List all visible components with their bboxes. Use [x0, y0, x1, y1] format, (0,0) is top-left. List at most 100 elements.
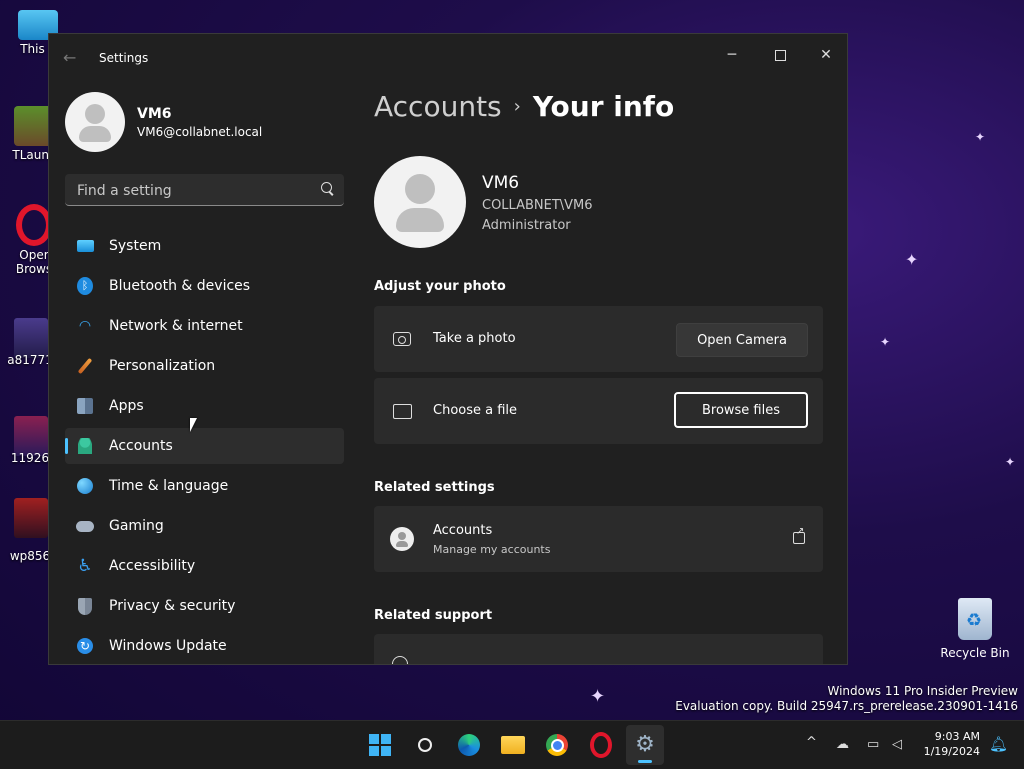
camera-icon [392, 329, 412, 349]
avatar [374, 156, 466, 248]
notification-bell-icon[interactable]: 🔔︎ [989, 735, 1008, 753]
star-decoration: ✦ [905, 250, 919, 269]
related-support-card[interactable] [374, 634, 823, 664]
clock-date: 1/19/2024 [923, 745, 980, 758]
breadcrumb-parent[interactable]: Accounts [374, 90, 502, 123]
shield-icon [75, 596, 95, 616]
related-accounts-card[interactable]: Accounts Manage my accounts [374, 506, 823, 572]
star-decoration: ✦ [880, 335, 891, 349]
taskbar: ⚙ ^ ☁ ▭ ◁ 9:03 AM 1/19/2024 🔔︎ [0, 720, 1024, 769]
take-photo-label: Take a photo [433, 331, 516, 346]
page-title: Your info [532, 90, 675, 123]
minimize-button[interactable]: ─ [709, 40, 755, 70]
sidebar-item-label: Privacy & security [109, 598, 236, 614]
sidebar-item-network[interactable]: ◠ Network & internet [65, 308, 344, 344]
sidebar-item-bluetooth[interactable]: ᛒ Bluetooth & devices [65, 268, 344, 304]
maximize-button[interactable] [757, 40, 803, 70]
user-domain: COLLABNET\VM6 [482, 198, 593, 213]
image-file-icon[interactable] [14, 318, 48, 358]
accessibility-icon: ♿ [77, 556, 93, 576]
sidebar-item-apps[interactable]: Apps [65, 388, 344, 424]
mouse-cursor [190, 418, 197, 432]
sidebar-item-personalization[interactable]: Personalization [65, 348, 344, 384]
back-arrow-icon[interactable]: ← [63, 48, 76, 67]
sidebar-item-accessibility[interactable]: ♿ Accessibility [65, 548, 344, 584]
search-input[interactable] [75, 180, 309, 202]
sidebar-item-label: Personalization [109, 358, 216, 374]
folder-icon [392, 401, 412, 421]
edge-icon[interactable] [455, 731, 483, 759]
clock-time: 9:03 AM [934, 730, 980, 743]
gamepad-icon [75, 516, 95, 536]
sidebar-item-label: System [109, 238, 162, 254]
choose-file-card: Choose a file Browse files [374, 378, 823, 444]
sidebar-item-label: Apps [109, 398, 144, 414]
sidebar-item-label: Network & internet [109, 318, 243, 334]
image-file-icon[interactable] [14, 498, 48, 538]
breadcrumb-separator: › [513, 96, 521, 117]
apps-icon [75, 396, 95, 416]
related-accounts-title: Accounts [433, 523, 493, 538]
section-heading-related-settings: Related settings [374, 480, 495, 495]
volume-muted-icon[interactable]: ◁ [892, 737, 902, 752]
sidebar-item-gaming[interactable]: Gaming [65, 508, 344, 544]
open-camera-button[interactable]: Open Camera [676, 323, 808, 357]
globe-clock-icon [75, 476, 95, 496]
search-icon[interactable] [411, 731, 439, 759]
title-bar[interactable]: ← Settings ─ ✕ [49, 34, 847, 82]
network-icon[interactable]: ▭ [867, 737, 879, 752]
system-icon [75, 236, 95, 256]
recycle-bin-icon: ♻ [958, 598, 992, 640]
bluetooth-icon: ᛒ [75, 276, 95, 296]
chrome-icon[interactable] [543, 731, 571, 759]
search-box[interactable] [65, 174, 344, 206]
window-title: Settings [99, 51, 149, 65]
sidebar-item-time-language[interactable]: Time & language [65, 468, 344, 504]
settings-window: ← Settings ─ ✕ VM6 VM6@collabnet.local S… [48, 33, 848, 665]
wifi-icon: ◠ [78, 318, 92, 334]
onedrive-icon[interactable]: ☁ [836, 737, 849, 752]
sidebar-item-windows-update[interactable]: ↻ Windows Update [65, 628, 344, 664]
update-icon: ↻ [75, 636, 95, 656]
chevron-up-icon[interactable]: ^ [806, 735, 817, 750]
avatar [65, 92, 125, 152]
star-decoration: ✦ [1005, 455, 1016, 469]
sidebar-item-label: Gaming [109, 518, 164, 534]
profile-name: VM6 [137, 106, 172, 122]
maximize-icon [774, 49, 786, 61]
browse-files-button[interactable]: Browse files [674, 392, 808, 428]
gear-icon[interactable]: ⚙ [631, 731, 659, 759]
close-button[interactable]: ✕ [803, 40, 847, 70]
system-clock[interactable]: 9:03 AM 1/19/2024 [908, 729, 980, 759]
user-role: Administrator [482, 218, 571, 233]
sidebar-item-label: Time & language [109, 478, 229, 494]
choose-file-label: Choose a file [433, 403, 518, 418]
section-heading-related-support: Related support [374, 608, 493, 623]
star-decoration: ✦ [590, 686, 606, 707]
star-decoration: ✦ [975, 130, 986, 144]
sidebar-item-privacy-security[interactable]: Privacy & security [65, 588, 344, 624]
external-link-icon [793, 526, 805, 544]
section-heading-adjust-photo: Adjust your photo [374, 279, 506, 294]
related-accounts-subtitle: Manage my accounts [433, 543, 551, 556]
sidebar-nav: System ᛒ Bluetooth & devices ◠ Network &… [65, 228, 344, 664]
sidebar-item-system[interactable]: System [65, 228, 344, 264]
accounts-icon [75, 436, 95, 456]
take-photo-card: Take a photo Open Camera [374, 306, 823, 372]
windows-watermark: Windows 11 Pro Insider Preview Evaluatio… [675, 684, 1018, 713]
sidebar-item-label: Windows Update [109, 638, 227, 654]
folder-icon[interactable] [499, 731, 527, 759]
opera-icon[interactable] [587, 731, 615, 759]
user-name: VM6 [482, 173, 520, 193]
desktop-icon-recycle-bin[interactable]: ♻ Recycle Bin [940, 598, 1010, 660]
windows-start-icon[interactable] [366, 731, 394, 759]
profile-email: VM6@collabnet.local [137, 125, 263, 139]
sidebar-item-accounts[interactable]: Accounts [65, 428, 344, 464]
opera-icon [16, 204, 52, 246]
image-file-icon[interactable] [14, 416, 48, 456]
breadcrumb: Accounts › Your info [374, 90, 674, 123]
sidebar-item-label: Accounts [109, 438, 173, 454]
search-icon[interactable] [321, 182, 332, 193]
globe-icon [392, 656, 408, 664]
sidebar-item-label: Bluetooth & devices [109, 278, 251, 294]
